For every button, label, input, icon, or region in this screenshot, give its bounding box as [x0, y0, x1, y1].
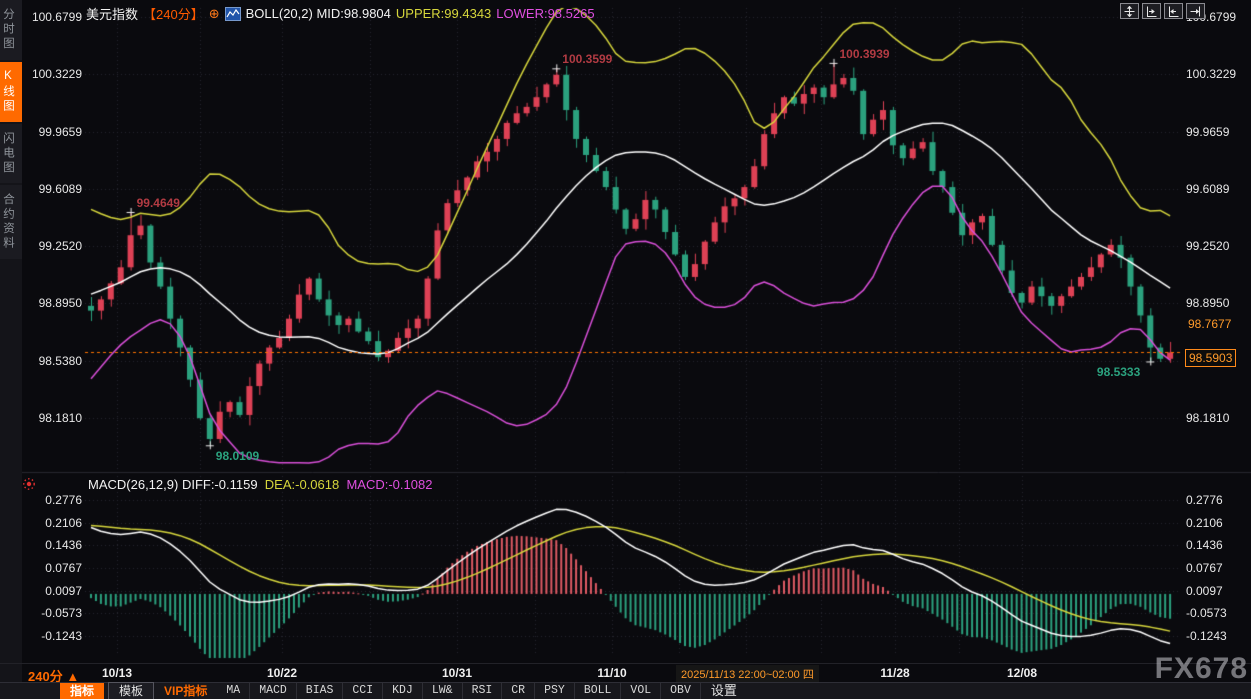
price-tick-right: 99.6089: [1186, 182, 1248, 196]
price-tick-right: 98.1810: [1186, 411, 1248, 425]
band-price-label: 98.7677: [1185, 316, 1234, 332]
indicator-chart-icon: [225, 7, 241, 21]
chart-application: 分时图K线图闪电图合约资料 美元指数 【240分】 ⊕ BOLL(20,2) M…: [0, 0, 1251, 699]
macd-tick-right: 0.2106: [1186, 516, 1248, 530]
boll-label: BOLL(20,2) MID:98.9804: [246, 6, 391, 21]
price-tick-left: 99.6089: [24, 182, 82, 196]
toolbar-item-设置[interactable]: 设置: [701, 683, 747, 699]
annotation-low: 98.5333: [1080, 365, 1140, 379]
axis-shift-left-icon[interactable]: [1142, 3, 1161, 19]
x-axis-date: 10/22: [267, 666, 297, 680]
chart-tool-buttons: [1120, 3, 1205, 19]
x-axis-date: 10/31: [442, 666, 472, 680]
macd-header: MACD(26,12,9) DIFF:-0.1159 DEA:-0.0618 M…: [88, 477, 432, 492]
toolbar-item-指标[interactable]: 指标: [60, 683, 104, 699]
macd-name: MACD(26,12,9): [88, 477, 178, 492]
price-tick-right: 99.2520: [1186, 239, 1248, 253]
axis-collapse-icon[interactable]: [1186, 3, 1205, 19]
macd-tick-right: 0.0097: [1186, 584, 1248, 598]
toolbar-item-VOL[interactable]: VOL: [621, 683, 661, 699]
x-axis-date: 12/08: [1007, 666, 1037, 680]
macd-tick-left: 0.2776: [24, 493, 82, 507]
annotation-low: 98.0109: [216, 449, 259, 463]
sidebar-item-0[interactable]: 分时图: [0, 0, 22, 60]
macd-tick-left: 0.1436: [24, 538, 82, 552]
annotation-high: 100.3599: [562, 52, 612, 66]
macd-dea-value: DEA:-0.0618: [265, 477, 339, 492]
macd-tick-left: -0.0573: [24, 606, 82, 620]
macd-diff-value: DIFF:-0.1159: [182, 477, 258, 492]
macd-tick-left: -0.1243: [24, 629, 82, 643]
boll-lower-value: LOWER:98.5265: [496, 6, 594, 21]
toolbar-item-LW&[interactable]: LW&: [423, 683, 463, 699]
sidebar-item-2[interactable]: 闪电图: [0, 124, 22, 184]
toolbar-item-CCI[interactable]: CCI: [343, 683, 383, 699]
price-tick-right: 99.9659: [1186, 125, 1248, 139]
sidebar-item-3[interactable]: 合约资料: [0, 185, 22, 259]
toolbar-item-BOLL[interactable]: BOLL: [575, 683, 622, 699]
toolbar-item-CR[interactable]: CR: [502, 683, 535, 699]
pan-tool-icon[interactable]: [1120, 3, 1139, 19]
annotation-high: 100.3939: [840, 47, 890, 61]
price-tick-right: 100.3229: [1186, 67, 1248, 81]
macd-tick-right: 0.2776: [1186, 493, 1248, 507]
period-tag: 【240分】: [143, 4, 204, 23]
symbol-name: 美元指数: [86, 4, 138, 23]
sidebar-item-1[interactable]: K线图: [0, 62, 22, 122]
last-price-label: 98.5903: [1185, 349, 1236, 367]
macd-tick-right: 0.1436: [1186, 538, 1248, 552]
axis-shift-right-icon[interactable]: [1164, 3, 1183, 19]
annotation-high: 99.4649: [137, 196, 180, 210]
chart-header: 美元指数 【240分】 ⊕ BOLL(20,2) MID:98.9804 UPP…: [86, 4, 595, 23]
toolbar-item-KDJ[interactable]: KDJ: [383, 683, 423, 699]
macd-tick-left: 0.0097: [24, 584, 82, 598]
macd-tick-right: -0.1243: [1186, 629, 1248, 643]
x-axis-highlighted-date: 2025/11/13 22:00~02:00 四: [676, 665, 819, 683]
price-tick-left: 99.2520: [24, 239, 82, 253]
chart-canvas[interactable]: [0, 0, 1251, 699]
macd-macd-value: MACD:-0.1082: [346, 477, 432, 492]
toolbar-item-模板[interactable]: 模板: [108, 682, 154, 699]
toolbar-item-PSY[interactable]: PSY: [535, 683, 575, 699]
price-tick-left: 100.3229: [24, 67, 82, 81]
price-tick-left: 98.8950: [24, 296, 82, 310]
add-indicator-icon[interactable]: ⊕: [209, 6, 220, 22]
macd-tick-right: 0.0767: [1186, 561, 1248, 575]
macd-tick-right: -0.0573: [1186, 606, 1248, 620]
price-tick-right: 98.8950: [1186, 296, 1248, 310]
price-tick-left: 100.6799: [24, 10, 82, 24]
x-axis-date: 11/28: [880, 666, 909, 680]
boll-upper-value: UPPER:99.4343: [396, 6, 491, 21]
toolbar-item-BIAS[interactable]: BIAS: [297, 683, 344, 699]
chart-type-sidebar: 分时图K线图闪电图合约资料: [0, 0, 22, 683]
macd-tick-left: 0.0767: [24, 561, 82, 575]
toolbar-item-MACD[interactable]: MACD: [250, 683, 297, 699]
price-tick-left: 98.5380: [24, 354, 82, 368]
x-axis: 240分 ▲ 10/1310/2210/3111/1011/2812/08202…: [0, 663, 1251, 682]
toolbar-item-OBV[interactable]: OBV: [661, 683, 701, 699]
toolbar-item-VIP指标[interactable]: VIP指标: [154, 683, 217, 699]
x-axis-date: 10/13: [102, 666, 132, 680]
indicator-toolbar: 指标模板VIP指标MAMACDBIASCCIKDJLW&RSICRPSYBOLL…: [0, 682, 1251, 699]
macd-tick-left: 0.2106: [24, 516, 82, 530]
toolbar-item-RSI[interactable]: RSI: [463, 683, 503, 699]
price-tick-left: 98.1810: [24, 411, 82, 425]
price-tick-left: 99.9659: [24, 125, 82, 139]
toolbar-item-MA[interactable]: MA: [217, 683, 250, 699]
x-axis-date: 11/10: [597, 666, 626, 680]
alert-dot-icon[interactable]: [22, 477, 36, 491]
watermark: FX678: [1155, 652, 1248, 686]
